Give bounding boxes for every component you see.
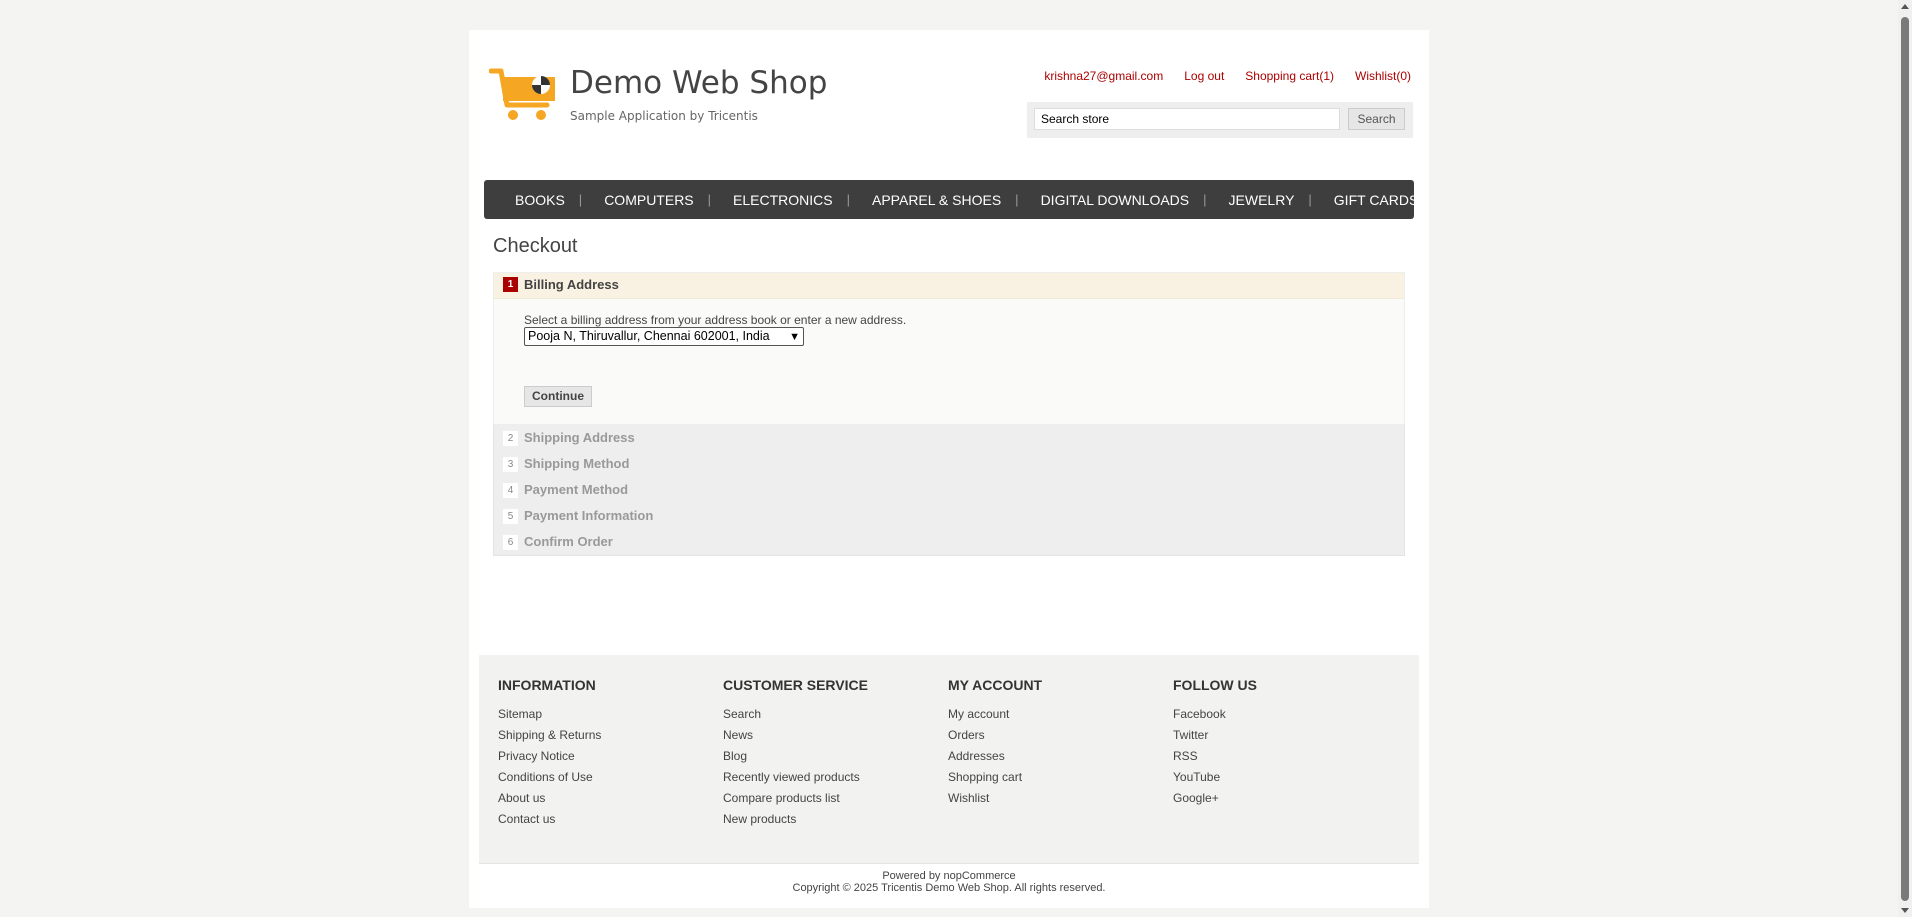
- step-title: Billing Address: [524, 277, 619, 292]
- step-billing-address-body: Select a billing address from your addre…: [493, 298, 1405, 425]
- step-number: 4: [503, 483, 518, 498]
- footer-column-my-account: MY ACCOUNT My account Orders Addresses S…: [948, 677, 1173, 812]
- scroll-down-arrow-icon[interactable]: [1901, 908, 1909, 913]
- menu-item-apparel-shoes[interactable]: APPAREL & SHOES: [850, 192, 1015, 208]
- page-title: Checkout: [493, 235, 578, 257]
- footer-heading: CUSTOMER SERVICE: [723, 677, 868, 693]
- footer-link-contact-us[interactable]: Contact us: [498, 812, 723, 833]
- footer-link-about-us[interactable]: About us: [498, 791, 723, 812]
- step-number: 6: [503, 535, 518, 550]
- footer-link-shipping-returns[interactable]: Shipping & Returns: [498, 728, 723, 749]
- footer-link-my-account[interactable]: My account: [948, 707, 1173, 728]
- store-logo[interactable]: Demo Web Shop Sample Application by Tric…: [489, 65, 829, 125]
- footer-link-facebook[interactable]: Facebook: [1173, 707, 1398, 728]
- step-number: 3: [503, 457, 518, 472]
- footer-link-shopping-cart[interactable]: Shopping cart: [948, 770, 1173, 791]
- footer-heading: INFORMATION: [498, 677, 596, 693]
- powered-by: Powered by nopCommerce: [882, 870, 1016, 882]
- step-title: Payment Method: [524, 482, 629, 497]
- menu-item-gift-cards[interactable]: GIFT CARDS: [1312, 192, 1433, 208]
- footer-link-conditions-of-use[interactable]: Conditions of Use: [498, 770, 723, 791]
- scroll-up-arrow-icon[interactable]: [1901, 4, 1909, 9]
- menu-item-electronics[interactable]: ELECTRONICS: [711, 192, 847, 208]
- menu-item-digital-downloads[interactable]: DIGITAL DOWNLOADS: [1019, 192, 1204, 208]
- search-button[interactable]: Search: [1348, 108, 1405, 130]
- checkout-steps: 1 Billing Address Select a billing addre…: [493, 272, 1405, 556]
- footer-link-blog[interactable]: Blog: [723, 749, 948, 770]
- scrollbar-thumb[interactable]: [1901, 17, 1909, 901]
- logo-title: Demo Web Shop: [570, 65, 828, 101]
- search-input[interactable]: Search store: [1034, 108, 1340, 130]
- footer-column-information: INFORMATION Sitemap Shipping & Returns P…: [498, 677, 723, 833]
- footer-link-wishlist[interactable]: Wishlist: [948, 791, 1173, 812]
- footer-link-twitter[interactable]: Twitter: [1173, 728, 1398, 749]
- step-number: 5: [503, 509, 518, 524]
- footer-column-follow-us: FOLLOW US Facebook Twitter RSS YouTube G…: [1173, 677, 1398, 812]
- shopping-cart-logo-icon: [489, 68, 555, 120]
- footer-link-rss[interactable]: RSS: [1173, 749, 1398, 770]
- footer-link-search[interactable]: Search: [723, 707, 948, 728]
- continue-button[interactable]: Continue: [524, 386, 592, 407]
- footer-column-customer-service: CUSTOMER SERVICE Search News Blog Recent…: [723, 677, 948, 833]
- step-shipping-method: 3 Shipping Method: [493, 451, 1405, 477]
- shopping-cart-link[interactable]: Shopping cart(1): [1245, 69, 1334, 83]
- chevron-down-icon: ▼: [789, 331, 800, 343]
- menu-item-books[interactable]: BOOKS: [484, 192, 579, 208]
- step-shipping-address: 2 Shipping Address: [493, 425, 1405, 451]
- step-confirm-order: 6 Confirm Order: [493, 529, 1405, 556]
- step-title: Confirm Order: [524, 534, 613, 549]
- footer-link-privacy-notice[interactable]: Privacy Notice: [498, 749, 723, 770]
- step-title: Payment Information: [524, 508, 654, 523]
- footer-link-news[interactable]: News: [723, 728, 948, 749]
- footer-link-addresses[interactable]: Addresses: [948, 749, 1173, 770]
- step-title: Shipping Address: [524, 430, 635, 445]
- footer-link-sitemap[interactable]: Sitemap: [498, 707, 723, 728]
- footer-link-youtube[interactable]: YouTube: [1173, 770, 1398, 791]
- footer-link-new-products[interactable]: New products: [723, 812, 948, 833]
- billing-address-hint: Select a billing address from your addre…: [524, 313, 907, 327]
- billing-address-select[interactable]: Pooja N, Thiruvallur, Chennai 602001, In…: [524, 327, 804, 346]
- footer-bottom: Powered by nopCommerce Copyright © 2025 …: [469, 870, 1429, 894]
- step-billing-address-header[interactable]: 1 Billing Address: [493, 272, 1405, 298]
- logout-link[interactable]: Log out: [1184, 69, 1224, 83]
- footer-link-google-plus[interactable]: Google+: [1173, 791, 1398, 812]
- account-link[interactable]: krishna27@gmail.com: [1044, 69, 1163, 83]
- step-payment-information: 5 Payment Information: [493, 503, 1405, 529]
- step-payment-method: 4 Payment Method: [493, 477, 1405, 503]
- footer-link-recently-viewed[interactable]: Recently viewed products: [723, 770, 948, 791]
- page-container: Demo Web Shop Sample Application by Tric…: [469, 30, 1429, 908]
- top-menu: BOOKS | COMPUTERS | ELECTRONICS | APPARE…: [484, 180, 1418, 219]
- step-number: 2: [503, 431, 518, 446]
- menu-item-computers[interactable]: COMPUTERS: [582, 192, 707, 208]
- footer: INFORMATION Sitemap Shipping & Returns P…: [479, 655, 1419, 864]
- search-box: Search store Search: [1027, 102, 1413, 138]
- header-links: krishna27@gmail.com Log out Shopping cart(…: [1023, 69, 1411, 83]
- step-title: Shipping Method: [524, 456, 630, 471]
- copyright: Copyright © 2025 Tricentis Demo Web Shop…: [792, 882, 1106, 894]
- wishlist-link[interactable]: Wishlist(0): [1355, 69, 1411, 83]
- footer-heading: MY ACCOUNT: [948, 677, 1043, 693]
- footer-link-compare-products[interactable]: Compare products list: [723, 791, 948, 812]
- logo-subtitle: Sample Application by Tricentis: [570, 109, 758, 123]
- footer-link-orders[interactable]: Orders: [948, 728, 1173, 749]
- step-number: 1: [503, 277, 518, 292]
- selected-address: Pooja N, Thiruvallur, Chennai 602001, In…: [528, 329, 770, 343]
- footer-heading: FOLLOW US: [1173, 677, 1257, 693]
- vertical-scrollbar[interactable]: [1898, 0, 1912, 917]
- menu-item-jewelry[interactable]: JEWELRY: [1207, 192, 1309, 208]
